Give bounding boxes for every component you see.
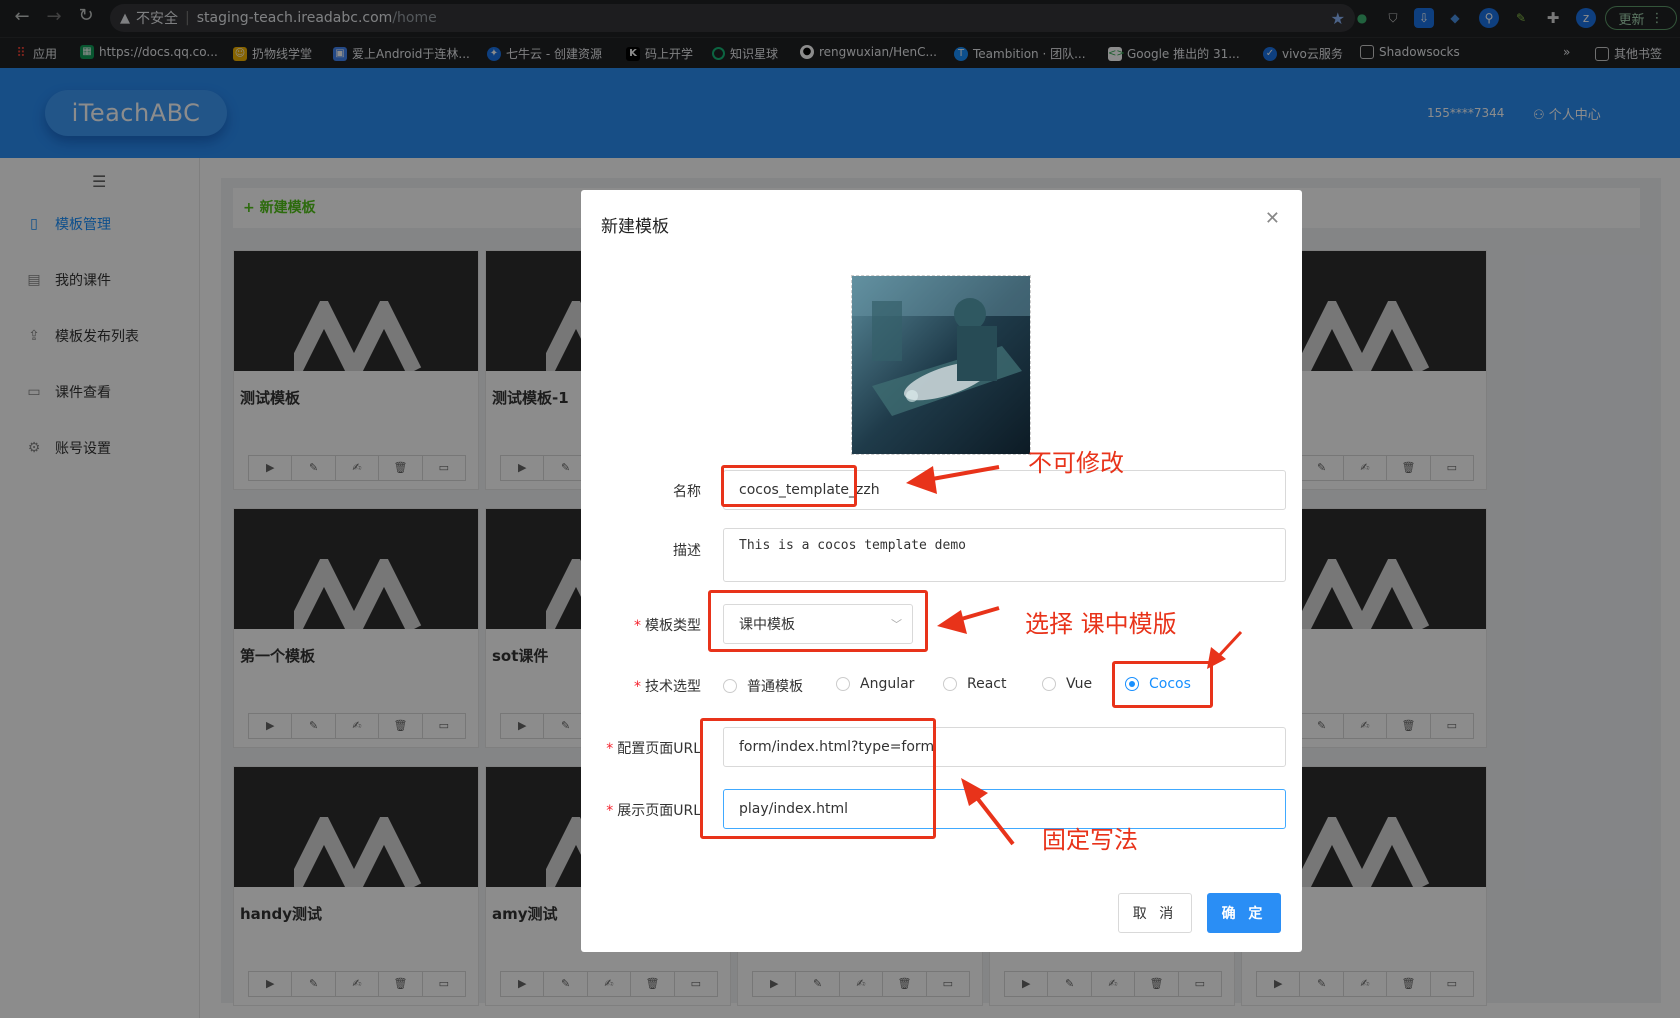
cover-illustration: [852, 276, 1030, 454]
annotation-not-editable: 不可修改: [1028, 449, 1124, 477]
annotation-box-urls: [700, 718, 936, 839]
dialog-title: 新建模板: [601, 217, 669, 237]
confirm-button[interactable]: 确 定: [1207, 893, 1281, 933]
annotation-box-name: [721, 465, 857, 507]
new-template-dialog: 新建模板 ✕ 名称 cocos_template_zzh 描述 This is …: [581, 190, 1302, 952]
tech-radio-vue[interactable]: Vue: [1042, 676, 1092, 692]
tech-label: * 技术选型: [634, 679, 701, 695]
tech-radio-react[interactable]: React: [943, 676, 1006, 692]
arrow-head-2: [937, 610, 967, 634]
template-cover-image[interactable]: [851, 275, 1031, 455]
tech-radio-plain[interactable]: 普通模板: [723, 676, 803, 696]
config-url-label: * 配置页面URL: [606, 741, 701, 757]
description-label: 描述: [673, 543, 701, 559]
tech-radio-angular[interactable]: Angular: [836, 676, 914, 692]
close-icon[interactable]: ✕: [1265, 208, 1280, 229]
arrow-type-icon: [950, 606, 1000, 624]
cancel-button[interactable]: 取 消: [1118, 893, 1192, 933]
arrow-cocos-icon: [1213, 630, 1243, 662]
display-url-label: * 展示页面URL: [606, 803, 701, 819]
name-label: 名称: [673, 484, 701, 500]
annotation-fixed: 固定写法: [1042, 826, 1138, 854]
description-textarea[interactable]: This is a cocos template demo: [723, 528, 1286, 582]
template-type-label: * 模板类型: [634, 618, 701, 634]
annotation-box-cocos: [1112, 661, 1213, 708]
annotation-choose-type: 选择 课中模版: [1025, 610, 1177, 638]
annotation-box-type: [708, 590, 928, 652]
